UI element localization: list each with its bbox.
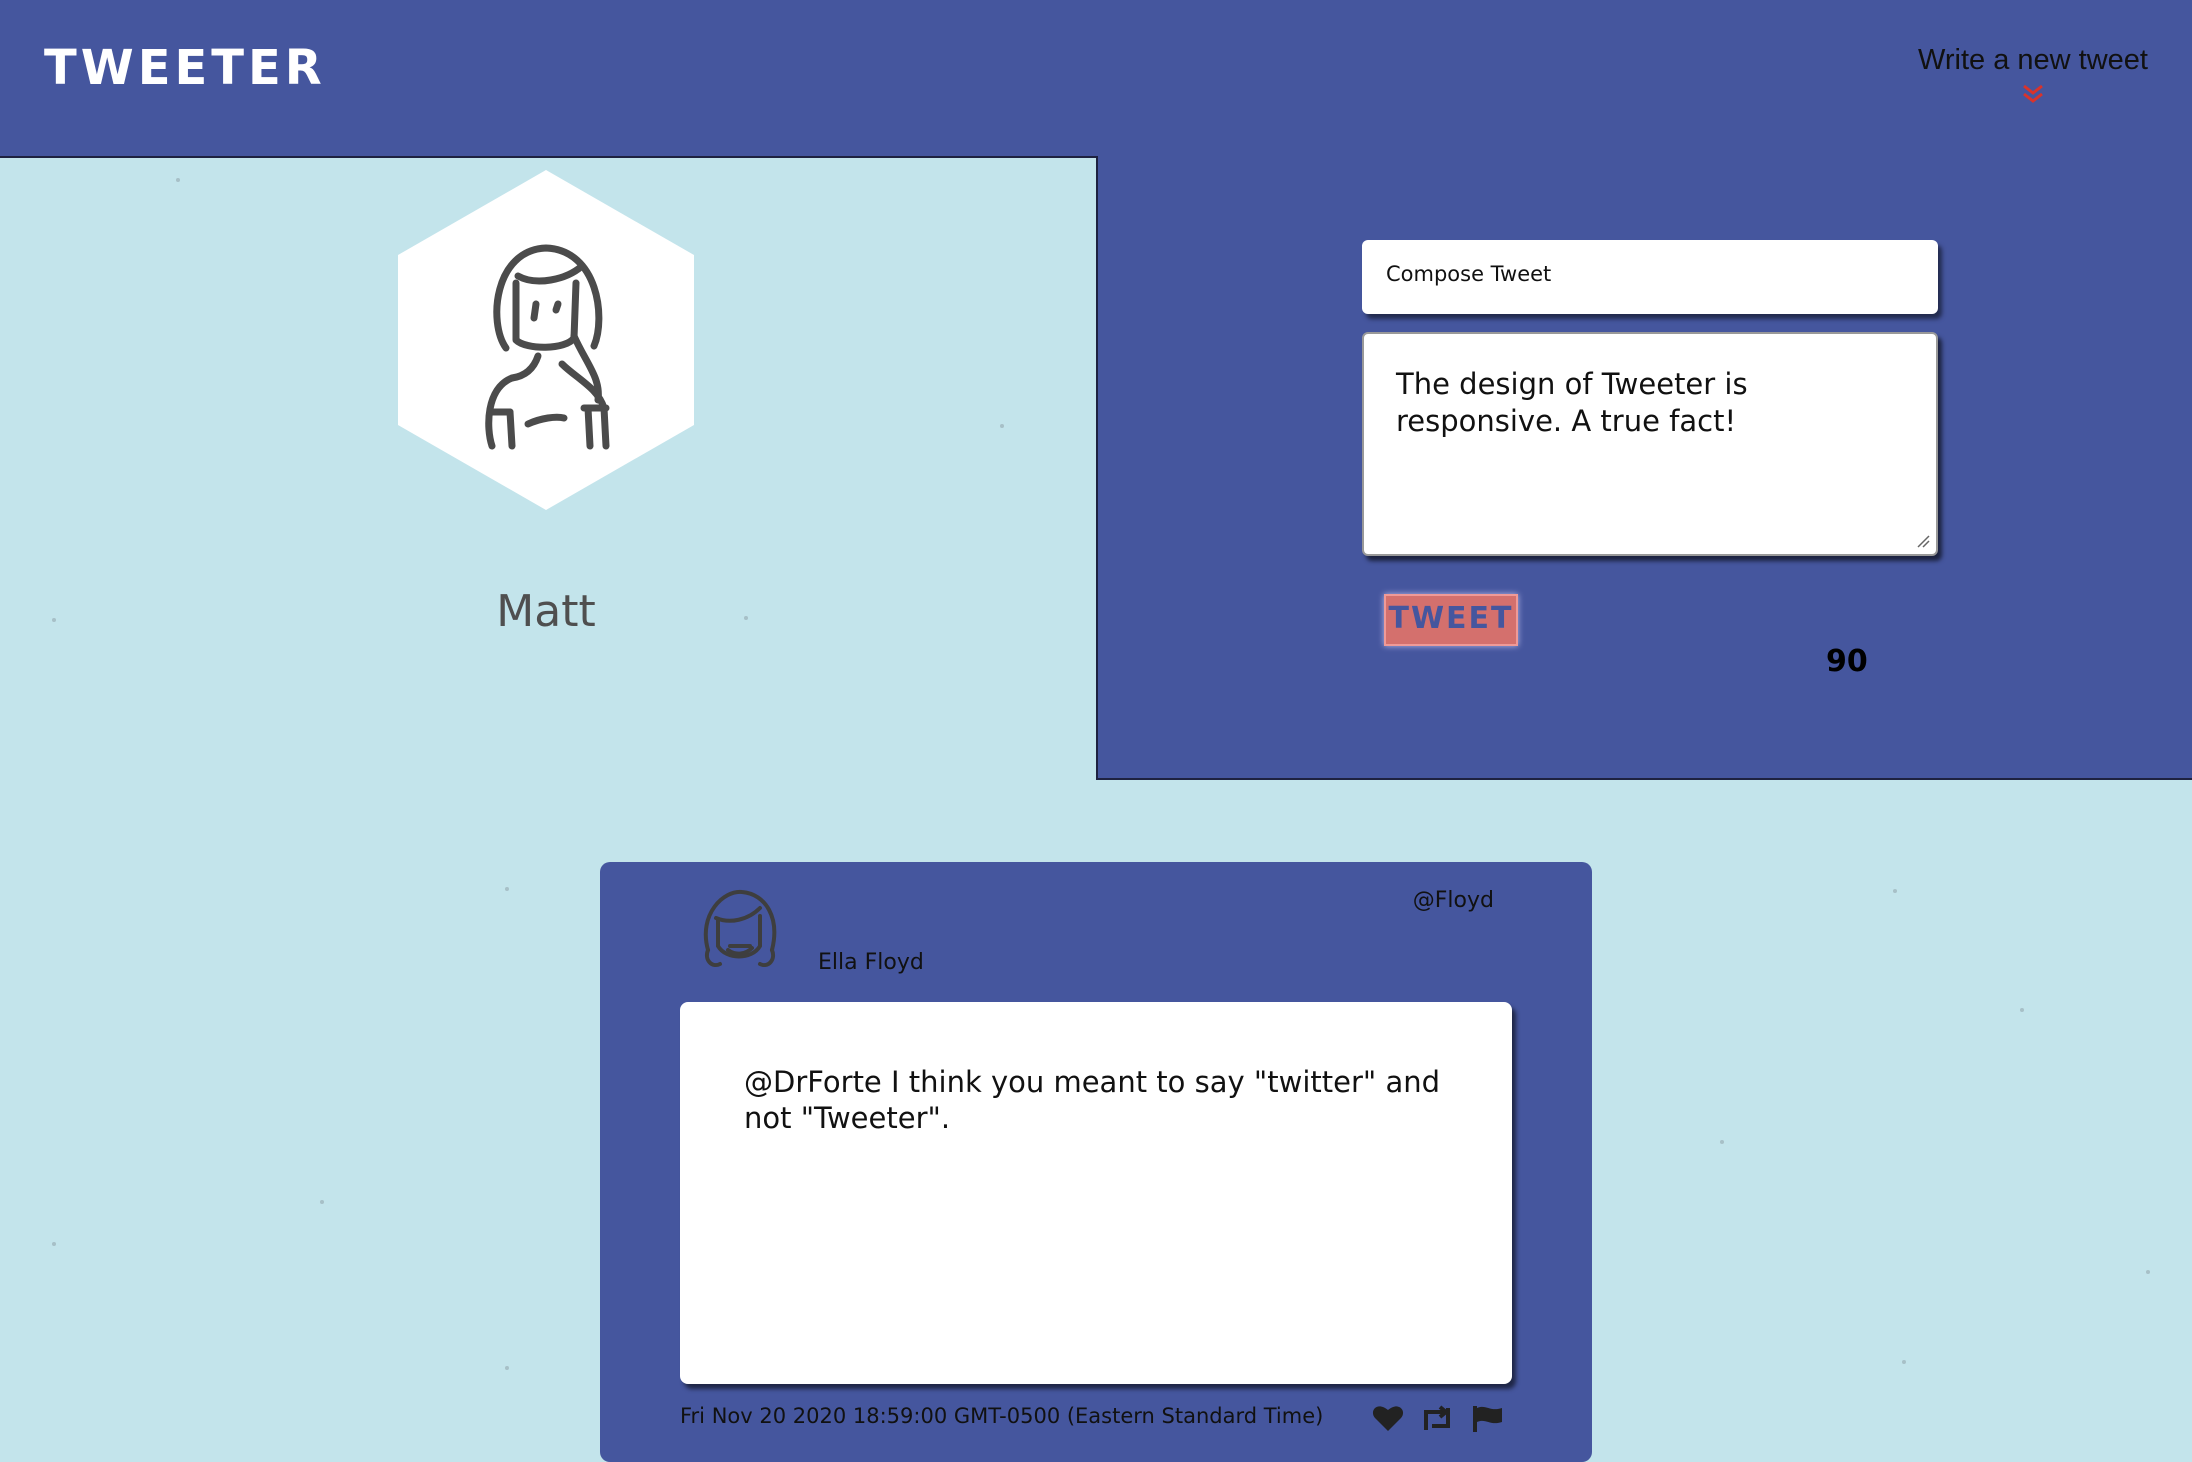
- retweet-icon[interactable]: [1420, 1404, 1454, 1436]
- brand-logo[interactable]: TWEETER: [44, 40, 326, 96]
- top-nav: TWEETER Write a new tweet: [0, 0, 2192, 158]
- user-avatar-icon: [485, 244, 610, 450]
- write-new-tweet-link[interactable]: Write a new tweet: [1918, 44, 2148, 105]
- double-chevron-down-icon[interactable]: [2021, 83, 2045, 105]
- tweet-content: @DrForte I think you meant to say "twitt…: [680, 1002, 1512, 1384]
- background-speck: [2020, 1008, 2024, 1012]
- heart-icon[interactable]: [1372, 1404, 1404, 1436]
- tweet-actions: [1372, 1404, 1504, 1436]
- background-speck: [1893, 889, 1897, 893]
- character-counter: 90: [1826, 644, 1868, 679]
- tweet-submit-button[interactable]: TWEET: [1384, 594, 1518, 646]
- flag-icon[interactable]: [1470, 1404, 1504, 1436]
- compose-tweet-heading: Compose Tweet: [1362, 240, 1938, 314]
- background-speck: [320, 1200, 324, 1204]
- compose-section: Compose Tweet The design of Tweeter is r…: [1096, 156, 2192, 780]
- tweet-author-avatar-icon: [703, 889, 777, 967]
- tweet-timestamp: Fri Nov 20 2020 18:59:00 GMT-0500 (Easte…: [680, 1404, 1324, 1428]
- tweet-author-handle: @Floyd: [1412, 888, 1494, 913]
- write-new-tweet-label[interactable]: Write a new tweet: [1918, 44, 2148, 77]
- background-speck: [1720, 1140, 1724, 1144]
- tweet-textarea[interactable]: The design of Tweeter is responsive. A t…: [1362, 332, 1938, 556]
- profile-username: Matt: [496, 586, 596, 637]
- background-speck: [1902, 1360, 1906, 1364]
- background-speck: [505, 887, 509, 891]
- profile-avatar: [398, 170, 694, 510]
- background-speck: [52, 1242, 56, 1246]
- background-speck: [2146, 1270, 2150, 1274]
- profile-section: Matt: [0, 158, 1096, 778]
- background-speck: [505, 1366, 509, 1370]
- tweet-textarea-value[interactable]: The design of Tweeter is responsive. A t…: [1396, 367, 1748, 438]
- tweet-author-name: Ella Floyd: [818, 950, 924, 975]
- tweet-card: Ella Floyd @Floyd @DrForte I think you m…: [600, 862, 1592, 1462]
- resize-handle-icon[interactable]: [1916, 534, 1930, 548]
